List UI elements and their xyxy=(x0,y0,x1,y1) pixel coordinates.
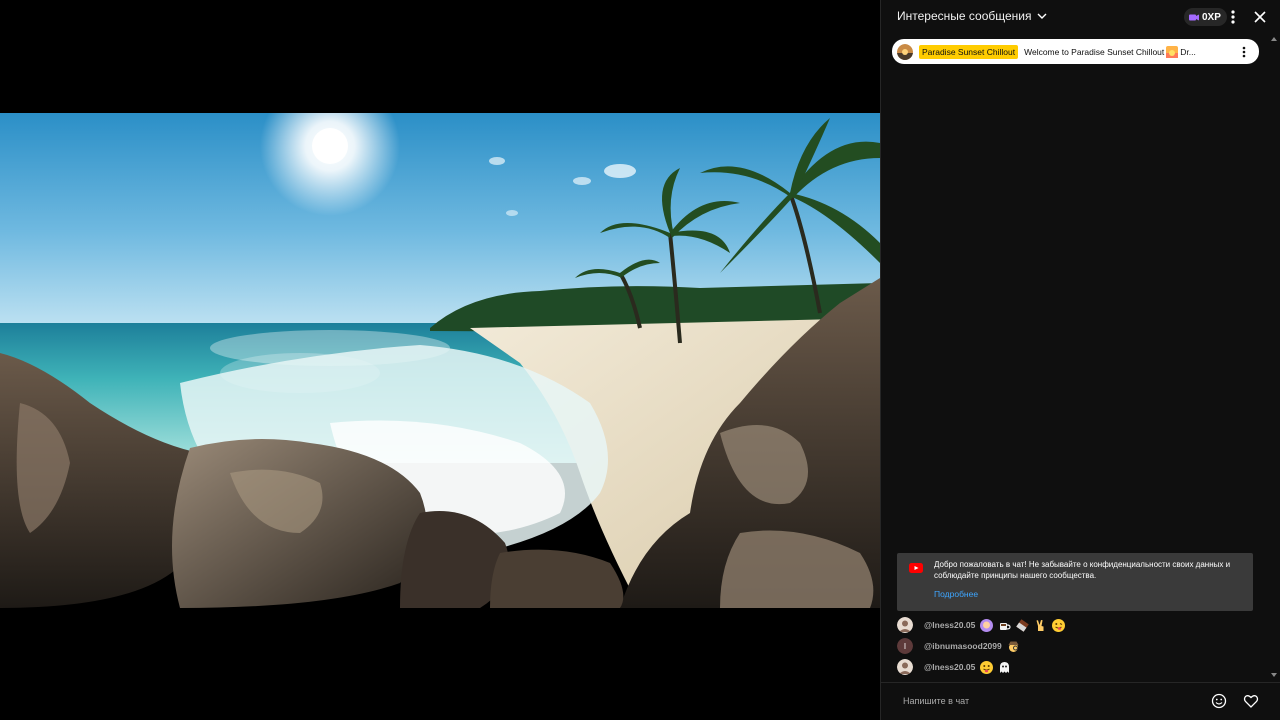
chocolate-emoji xyxy=(1016,618,1030,632)
pinned-channel-name[interactable]: Paradise Sunset Chillout xyxy=(919,44,1019,59)
tongue-face-emoji xyxy=(980,660,994,674)
sunset-emoji xyxy=(1166,45,1179,58)
channel-avatar xyxy=(897,43,913,60)
beach-scene-image xyxy=(0,113,880,608)
scroll-down-arrow-icon[interactable] xyxy=(1270,671,1278,679)
xp-badge[interactable]: 0XP xyxy=(1184,8,1227,26)
video-player[interactable] xyxy=(0,0,880,720)
video-frame-beach-scene[interactable] xyxy=(0,113,880,608)
camera-icon xyxy=(1189,14,1199,20)
avatar-letter: I xyxy=(904,642,906,651)
avatar[interactable]: I xyxy=(897,638,913,654)
chat-mode-dropdown[interactable]: Интересные сообщения xyxy=(897,9,1048,23)
xp-label: 0XP xyxy=(1202,11,1221,23)
detective-emoji xyxy=(1008,641,1019,652)
pinned-more-vert-icon[interactable] xyxy=(1237,45,1251,59)
chat-message[interactable]: I @ibnumasood2099 xyxy=(897,638,1020,654)
pinned-message-suffix: Dr... xyxy=(1180,46,1196,57)
pinned-message[interactable]: Paradise Sunset Chillout Welcome to Para… xyxy=(892,39,1259,64)
more-vert-icon[interactable] xyxy=(1224,8,1242,26)
avatar[interactable] xyxy=(897,659,913,675)
coffee-emoji xyxy=(1000,622,1011,630)
live-chat-panel: Интересные сообщения 0XP Paradise Sunset… xyxy=(880,0,1280,720)
avatar[interactable] xyxy=(897,617,913,633)
pinned-text: Welcome to Paradise Sunset Chillout Dr..… xyxy=(1024,45,1237,58)
chevron-down-icon xyxy=(1037,13,1046,19)
chat-welcome-notice: Добро пожаловать в чат! Не забывайте о к… xyxy=(897,553,1253,611)
scroll-up-arrow-icon[interactable] xyxy=(1270,35,1278,43)
chat-mode-label: Интересные сообщения xyxy=(897,9,1032,23)
close-icon[interactable] xyxy=(1251,8,1269,26)
ghost-emoji xyxy=(1000,661,1010,673)
chat-input-bar xyxy=(881,682,1280,720)
tongue-face-emoji xyxy=(1052,618,1066,632)
woman-emoji xyxy=(980,618,994,632)
chat-header: Интересные сообщения 0XP xyxy=(881,0,1280,34)
youtube-logo-icon xyxy=(909,563,923,573)
chat-author[interactable]: @ibnumasood2099 xyxy=(924,641,1002,651)
chat-message[interactable]: @Iness20.05 xyxy=(897,659,1011,675)
chat-message-input[interactable] xyxy=(895,689,1215,713)
heart-icon[interactable] xyxy=(1243,693,1259,709)
emoji-picker-icon[interactable] xyxy=(1211,693,1227,709)
chat-message[interactable]: @Iness20.05 xyxy=(897,617,1066,633)
chat-author[interactable]: @Iness20.05 xyxy=(924,662,975,672)
pinned-message-text: Welcome to Paradise Sunset Chillout xyxy=(1024,46,1165,57)
chat-author[interactable]: @Iness20.05 xyxy=(924,620,975,630)
victory-hand-emoji xyxy=(1036,619,1044,631)
welcome-text: Добро пожаловать в чат! Не забывайте о к… xyxy=(934,560,1231,580)
learn-more-link[interactable]: Подробнее xyxy=(934,589,978,599)
